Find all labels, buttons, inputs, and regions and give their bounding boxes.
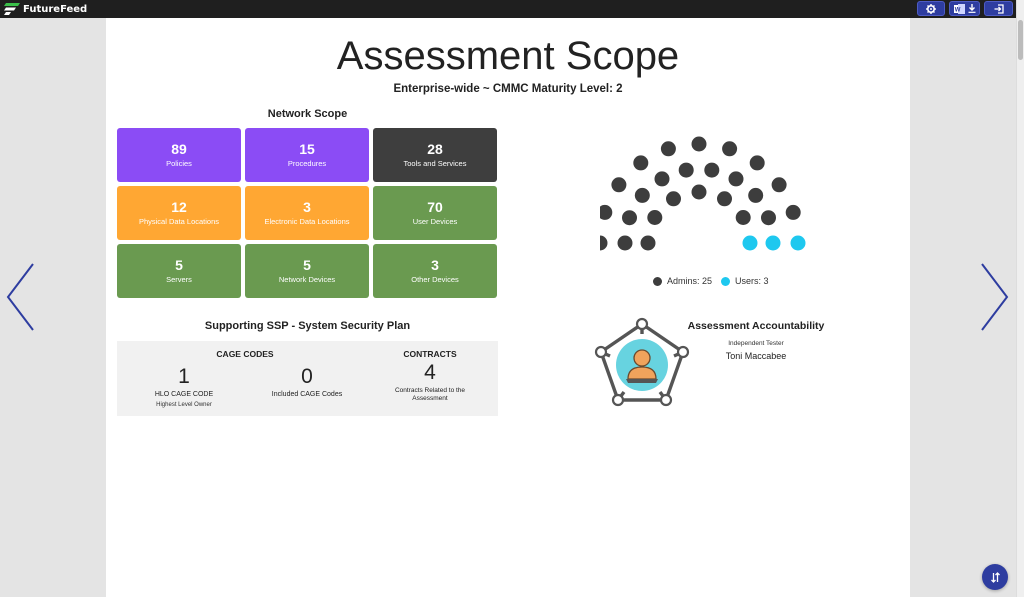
tile-network-devices[interactable]: 5 Network Devices [245,244,369,298]
tile-label: Other Devices [411,275,459,284]
admin-dot [728,171,744,187]
admin-dot [600,204,613,220]
tile-label: Procedures [287,159,327,168]
tile-label: Electronic Data Locations [264,217,350,226]
contracts-value: 4 [424,361,436,384]
exit-button[interactable] [984,1,1013,16]
tile-physical-data-locations[interactable]: 12 Physical Data Locations [117,186,241,240]
tile-value: 5 [175,257,183,273]
admins-legend-swatch [653,276,662,286]
tile-user-devices[interactable]: 70 User Devices [373,186,497,240]
admins-legend-label: Admins: 25 [667,276,713,286]
people-legend: Admins: 25 Users: 3 [653,276,769,286]
slide-title: Assessment Scope [336,34,680,78]
user-dot [790,235,806,251]
user-dot [742,235,758,251]
tile-tools-and-services[interactable]: 28 Tools and Services [373,128,497,182]
hlo-cage-code-value: 1 [178,365,190,388]
admin-dot [622,210,637,226]
settings-button[interactable] [917,1,945,16]
people-dot-chart [600,136,806,251]
previous-slide-icon[interactable] [5,262,35,332]
admin-dot [617,235,633,251]
tile-value: 89 [171,141,187,157]
sort-arrows-icon [990,571,1000,583]
admin-dot [633,155,649,171]
user-dot [765,235,781,251]
page-scrollbar[interactable] [1016,0,1024,597]
admin-dot [678,162,694,178]
tile-label: Tools and Services [403,159,467,168]
admin-dot [691,184,707,200]
tile-label: Servers [166,275,192,284]
slide-subtitle: Enterprise-wide ~ CMMC Maturity Level: 2 [393,83,623,95]
tester-role: Independent Tester [728,340,784,347]
admin-dot [666,191,681,207]
tile-value: 5 [303,257,311,273]
tile-value: 15 [299,141,315,157]
svg-text:W: W [954,7,960,13]
brand-name: FutureFeed [23,3,88,15]
accountability-heading: Assessment Accountability [687,320,825,332]
sort-toggle-button[interactable] [982,564,1008,590]
users-legend-label: Users: 3 [735,276,769,286]
admin-dot [771,177,787,193]
cage-codes-heading: CAGE CODES [216,349,274,359]
admin-dot [761,210,776,226]
slide-page [106,18,910,597]
admin-dot [722,141,738,157]
tile-electronic-data-locations[interactable]: 3 Electronic Data Locations [245,186,369,240]
gear-icon [926,3,936,14]
tile-procedures[interactable]: 15 Procedures [245,128,369,182]
contracts-heading: CONTRACTS [403,349,457,359]
admin-dot [691,136,707,152]
export-word-button[interactable]: W [949,1,980,16]
tile-other-devices[interactable]: 3 Other Devices [373,244,497,298]
admin-dot [704,162,720,178]
admin-dot [660,141,676,157]
word-document-icon: W [953,3,965,14]
top-bar: FutureFeed W [0,0,1024,18]
tile-label: Policies [166,159,192,168]
tile-label: Physical Data Locations [138,217,220,226]
tile-value: 70 [427,199,443,215]
included-cage-codes-value: 0 [301,365,313,388]
tile-value: 3 [431,257,439,273]
tile-servers[interactable]: 5 Servers [117,244,241,298]
tile-value: 3 [303,199,311,215]
admin-dot [735,210,751,225]
tile-label: Network Devices [278,275,336,284]
tile-value: 28 [427,141,443,157]
hlo-cage-code-label: HLO CAGE CODE [154,391,214,398]
admin-dot [717,191,732,207]
futurefeed-logo-icon [4,3,20,15]
admin-dot [654,171,670,187]
included-cage-codes-label: Included CAGE Codes [271,391,343,398]
tester-name: Toni Maccabee [725,351,787,361]
contracts-label: Contracts Related to the Assessment [394,387,466,402]
tile-label: User Devices [412,217,458,226]
scrollbar-thumb[interactable] [1018,20,1023,60]
tile-value: 12 [171,199,187,215]
tile-policies[interactable]: 89 Policies [117,128,241,182]
next-slide-icon[interactable] [980,262,1010,332]
admin-dot [785,204,801,220]
users-legend-swatch [721,276,731,286]
hlo-cage-code-sublabel: Highest Level Owner [156,402,212,408]
admin-dot [600,235,608,251]
download-icon [968,4,975,13]
sign-out-icon [994,3,1004,14]
admin-dot [748,187,764,203]
admin-dot [749,155,765,171]
ssp-heading: Supporting SSP - System Security Plan [204,320,411,332]
network-scope-heading: Network Scope [267,108,348,120]
brand-logo[interactable]: FutureFeed [4,2,87,16]
admin-dot [640,235,656,251]
admin-dot [634,187,650,203]
admin-dot [611,177,627,193]
admin-dot [647,210,663,225]
